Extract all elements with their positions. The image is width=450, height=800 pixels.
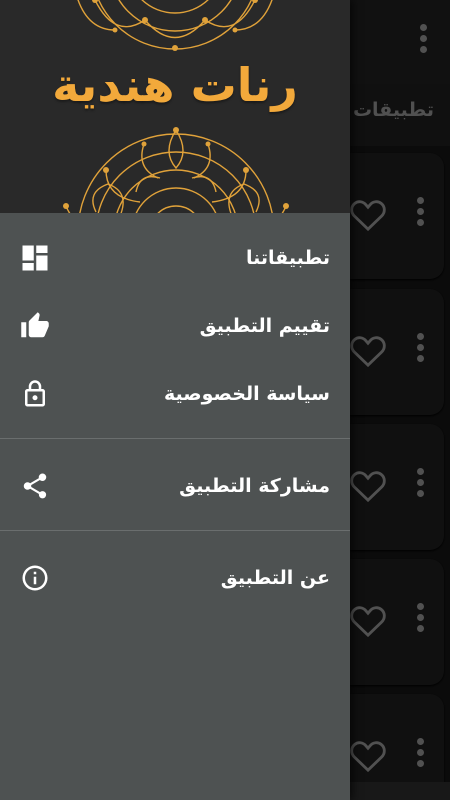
menu-item-privacy-policy[interactable]: سياسة الخصوصية	[0, 360, 350, 428]
share-icon	[23, 473, 47, 499]
menu-item-label: سياسة الخصوصية	[163, 383, 330, 405]
navigation-drawer: رنات هندية تطبيقاتنا تقييم التطبيق سياسة…	[0, 0, 350, 800]
drawer-header: رنات هندية	[0, 0, 350, 213]
menu-item-rate-app[interactable]: تقييم التطبيق	[0, 292, 350, 360]
mandala-ornament-icon	[63, 127, 289, 213]
info-icon	[22, 565, 48, 591]
mandala-ornament-icon	[77, 0, 273, 51]
thumbs-up-icon	[21, 312, 49, 338]
menu-item-label: تطبيقاتنا	[246, 247, 330, 269]
dashboard-icon	[22, 245, 48, 271]
menu-divider	[0, 530, 350, 531]
lock-icon	[25, 380, 45, 407]
menu-item-label: مشاركة التطبيق	[179, 475, 330, 497]
menu-item-share-app[interactable]: مشاركة التطبيق	[0, 452, 350, 520]
menu-item-about-app[interactable]: عن التطبيق	[0, 544, 350, 612]
menu-item-label: تقييم التطبيق	[199, 315, 330, 337]
menu-divider	[0, 438, 350, 439]
menu-item-our-apps[interactable]: تطبيقاتنا	[0, 224, 350, 292]
menu-item-label: عن التطبيق	[220, 567, 330, 589]
app-title: رنات هندية	[52, 58, 298, 112]
